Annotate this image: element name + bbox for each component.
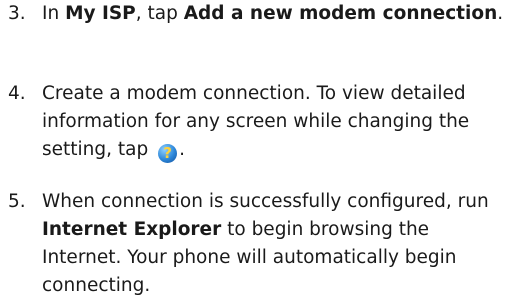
text-run: In: [42, 3, 66, 24]
text-run: Create a modem connection. To view detai…: [42, 83, 470, 160]
step-text: In My ISP, tap Add a new modem connectio…: [42, 0, 508, 28]
ui-term-internet-explorer: Internet Explorer: [42, 219, 222, 240]
step-text: Create a modem connection. To view detai…: [42, 80, 508, 164]
step-text: When connection is successfully configur…: [42, 188, 508, 300]
help-icon: ?: [158, 144, 178, 163]
step-number: 4.: [8, 83, 26, 104]
step-number: 3.: [8, 3, 26, 24]
text-run: .: [179, 139, 186, 160]
step-4: 4. Create a modem connection. To view de…: [8, 80, 508, 164]
step-5: 5. When connection is successfully confi…: [8, 188, 508, 300]
text-run: When connection is successfully configur…: [42, 191, 489, 212]
ui-term-add-modem-connection: Add a new modem connection: [183, 3, 498, 24]
step-number: 5.: [8, 191, 26, 212]
ui-term-my-isp: My ISP: [65, 3, 136, 24]
text-run: .: [497, 3, 504, 24]
step-3: 3. In My ISP, tap Add a new modem connec…: [8, 0, 508, 28]
text-run: , tap: [135, 3, 184, 24]
